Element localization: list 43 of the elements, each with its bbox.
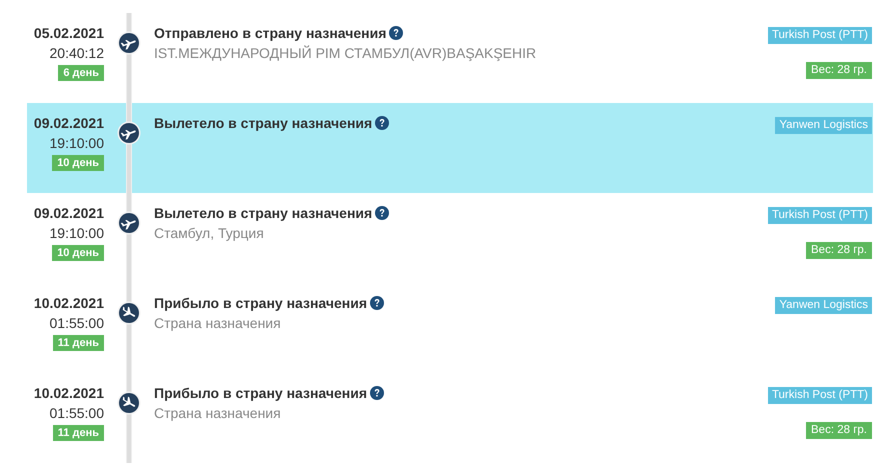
event-date: 10.02.2021 [34, 294, 104, 313]
day-count: 11 день [52, 335, 104, 351]
weight-label: Вес: 28 гр. [806, 422, 872, 439]
airplane-takeoff-icon [117, 121, 141, 145]
event-date: 05.02.2021 [34, 24, 104, 43]
event-time: 20:40:12 [50, 44, 104, 63]
day-count: 10 день [52, 155, 104, 171]
carrier-label: Turkish Post (PTT) [768, 207, 872, 224]
event-date: 10.02.2021 [34, 384, 104, 403]
weight-label: Вес: 28 гр. [806, 62, 872, 79]
highlighted-row[interactable]: 09.02.2021 19:10:00 10 день Вылетело в страну назначения Yanwen Logistics [27, 103, 873, 193]
carrier-label: Yanwen Logistics [775, 117, 872, 134]
help-icon[interactable] [375, 206, 390, 220]
help-icon[interactable] [370, 386, 384, 400]
event-time: 01:55:00 [50, 314, 104, 333]
carrier-label: Turkish Post (PTT) [768, 387, 872, 404]
event-location: IST.МЕЖДУНАРОДНЫЙ PIM СТАМБУЛ(AVR)BAŞAKŞEHIR [154, 44, 536, 63]
event-location: Страна назначения [154, 314, 281, 333]
event-time: 01:55:00 [50, 404, 104, 423]
carrier-label: Yanwen Logistics [775, 297, 872, 314]
event-status: Отправлено в страну назначения [154, 24, 386, 43]
event-time: 19:10:00 [50, 224, 104, 243]
airplane-landing-icon [117, 301, 141, 325]
day-count: 6 день [58, 65, 104, 81]
event-location: Стамбул, Турция [154, 224, 264, 243]
help-icon[interactable] [375, 116, 390, 130]
day-count: 11 день [52, 425, 104, 441]
carrier-label: Turkish Post (PTT) [768, 27, 872, 44]
event-location: Страна назначения [154, 404, 281, 423]
event-date: 09.02.2021 [34, 114, 104, 133]
day-count: 10 день [52, 245, 104, 261]
event-date: 09.02.2021 [34, 204, 104, 223]
airplane-landing-icon [117, 391, 141, 415]
help-icon[interactable] [389, 26, 404, 40]
help-icon[interactable] [370, 296, 384, 310]
event-status: Прибыло в страну назначения [154, 294, 367, 313]
event-status: Прибыло в страну назначения [154, 384, 367, 403]
airplane-takeoff-icon [117, 31, 141, 55]
event-status: Вылетело в страну назначения [154, 114, 372, 133]
event-time: 19:10:00 [50, 134, 104, 153]
airplane-takeoff-icon [117, 211, 141, 235]
weight-label: Вес: 28 гр. [806, 242, 872, 259]
event-status: Вылетело в страну назначения [154, 204, 372, 223]
